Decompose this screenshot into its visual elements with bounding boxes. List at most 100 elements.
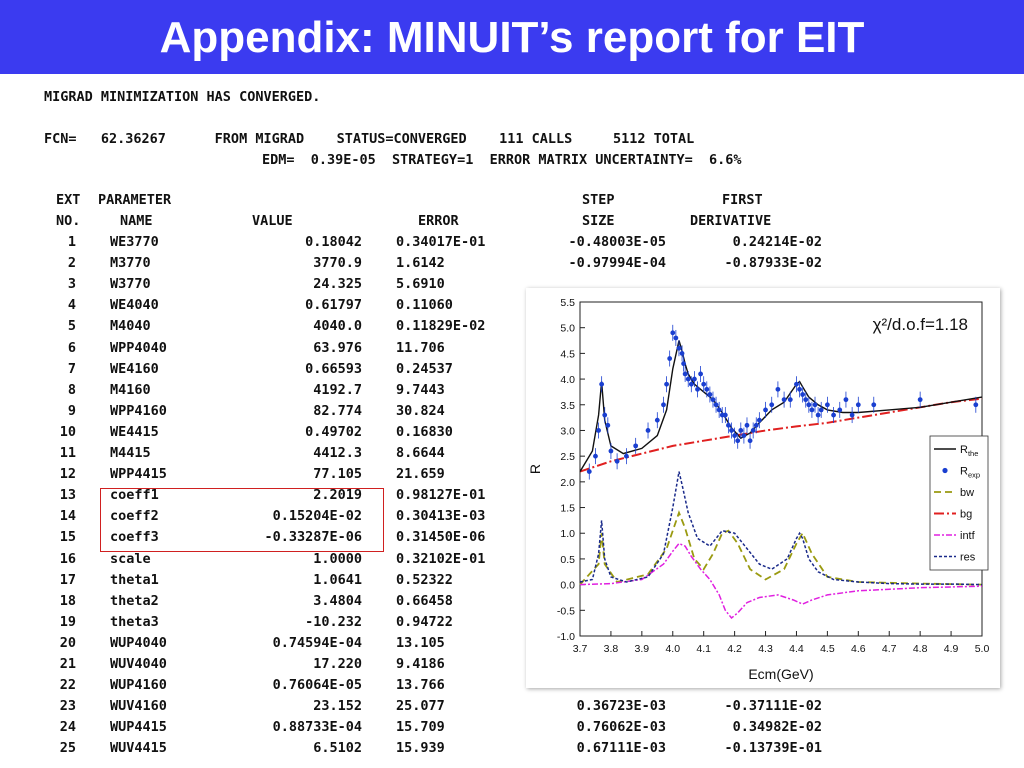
data-point	[605, 422, 611, 428]
x-tick-label: 3.7	[573, 643, 588, 655]
col-header-ext: EXT	[56, 192, 81, 208]
row-no: 12	[59, 466, 76, 483]
x-tick-label: 4.1	[696, 643, 711, 655]
row-value: 77.105	[313, 466, 362, 483]
plot-frame	[579, 301, 983, 637]
data-point	[871, 402, 877, 408]
y-tick-label: 2.5	[560, 451, 575, 463]
y-tick-label: 0.0	[560, 580, 575, 592]
data-point	[815, 412, 821, 418]
data-point	[781, 397, 787, 403]
row-value: 4412.3	[313, 445, 362, 461]
data-point	[654, 417, 660, 423]
row-name: WE4040	[110, 297, 159, 314]
y-tick-label: 1.0	[560, 528, 575, 540]
data-point	[849, 412, 855, 418]
row-deriv: -0.37111E-02	[724, 698, 822, 715]
row-no: 17	[59, 571, 76, 588]
data-point	[710, 397, 716, 403]
legend-label-text: intf	[960, 530, 976, 542]
row-name: WUV4415	[110, 740, 167, 757]
legend-label: res	[960, 552, 976, 564]
row-name: WE4415	[110, 423, 159, 440]
data-point	[692, 376, 697, 382]
y-tick-label: 5.0	[560, 323, 575, 335]
row-name: WE4160	[110, 360, 159, 377]
data-point	[593, 453, 598, 459]
x-tick-label: 3.8	[604, 643, 619, 655]
data-point	[726, 422, 731, 428]
data-point	[806, 402, 812, 408]
x-axis-label: Ecm(GeV)	[748, 666, 813, 682]
legend-label-text: bw	[960, 487, 974, 499]
x-tick-label: 4.6	[851, 643, 866, 655]
row-value: 63.976	[313, 339, 362, 356]
row-name: theta2	[110, 592, 159, 609]
table-row: 1 WE3770 0.18042 0.34017E-01 -0.48003E-05 0.2…	[0, 234, 1024, 255]
row-value: 0.88733E-04	[272, 719, 362, 736]
row-name: WUV4040	[110, 656, 167, 672]
data-point	[973, 402, 979, 408]
data-point	[716, 407, 722, 413]
col-header-size: SIZE	[582, 213, 615, 229]
series-bw-line	[579, 510, 983, 586]
row-value: 1.0641	[313, 571, 362, 588]
data-point	[769, 402, 775, 408]
row-value: -10.232	[305, 613, 362, 630]
row-error: 15.709	[396, 719, 445, 736]
row-no: 24	[59, 719, 76, 736]
data-point	[704, 386, 710, 392]
col-header-first: FIRST	[722, 192, 763, 208]
row-no: 14	[59, 508, 76, 525]
y-axis-label: R	[527, 464, 543, 474]
row-error: 0.11060	[396, 297, 453, 314]
legend-marker	[942, 467, 948, 474]
row-name: WPP4040	[110, 339, 167, 356]
fit-plot-panel: 3.7 3.8 3.9 4.0 4.1 4.2 4.3 4.4 4.5 4.6 4.7 4.8 4.9 5…	[526, 288, 1000, 688]
row-name: WUP4415	[110, 719, 167, 736]
legend-label: bw	[960, 487, 974, 499]
table-row: 23 WUV4160 23.152 25.077 0.36723E-03 -0.37111…	[0, 698, 1024, 719]
row-error: 0.94722	[396, 613, 453, 630]
row-no: 3	[67, 276, 76, 293]
row-error: 0.24537	[396, 360, 453, 377]
series-bg-line	[579, 397, 983, 473]
row-error: 0.31450E-06	[396, 529, 486, 546]
data-point	[753, 422, 759, 428]
row-error: 0.16830	[396, 423, 453, 440]
chi2-annotation: χ²/d.o.f=1.18	[873, 315, 968, 334]
data-point	[670, 330, 676, 336]
row-no: 7	[67, 360, 76, 377]
y-tick-label: 4.5	[560, 348, 575, 360]
data-point	[661, 402, 666, 408]
row-error: 8.6644	[396, 445, 445, 461]
row-no: 9	[67, 402, 76, 419]
legend-label-text: R	[960, 466, 968, 478]
row-no: 2	[67, 255, 76, 272]
row-name: M4040	[110, 318, 151, 335]
row-name: M4160	[110, 381, 151, 398]
row-no: 19	[59, 613, 76, 630]
data-point	[695, 386, 700, 392]
col-header-parameter: PARAMETER	[98, 192, 172, 208]
data-point	[812, 402, 818, 408]
row-name: scale	[110, 550, 151, 567]
data-point	[738, 428, 744, 433]
row-name: WE3770	[110, 234, 159, 250]
row-value: 17.220	[313, 656, 362, 672]
row-value: 3770.9	[313, 255, 362, 272]
row-deriv: 0.34982E-02	[732, 719, 822, 736]
row-error: 5.6910	[396, 276, 445, 293]
data-point	[800, 392, 806, 397]
row-no: 20	[59, 634, 76, 651]
legend-label-subscript: exp	[968, 471, 980, 480]
data-point	[787, 397, 793, 403]
data-point	[685, 376, 691, 382]
row-no: 13	[59, 487, 76, 504]
row-value: 0.76064E-05	[272, 677, 362, 694]
y-tick-label: -1.0	[557, 631, 575, 643]
x-tick-label: 5.0	[975, 643, 990, 655]
row-error: 15.939	[396, 740, 445, 757]
row-no: 23	[59, 698, 76, 715]
y-tick-label: 4.0	[560, 374, 575, 386]
